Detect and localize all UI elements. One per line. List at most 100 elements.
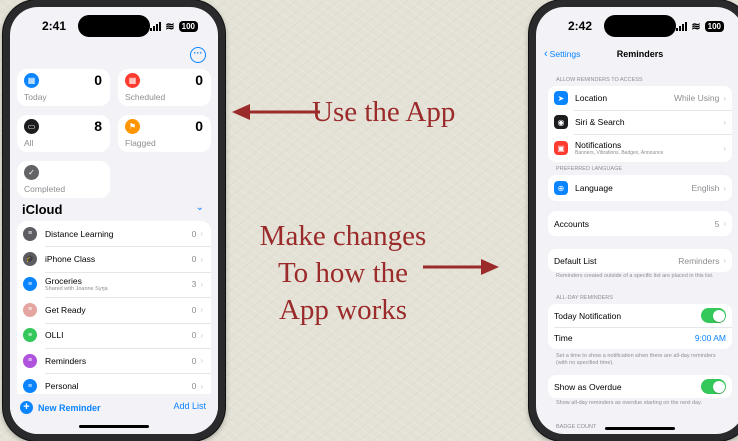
chevron-right-icon: › <box>200 279 203 289</box>
chevron-right-icon: › <box>200 305 203 315</box>
chevron-right-icon: › <box>200 330 203 340</box>
tray-icon: ▭ <box>24 119 39 134</box>
language-value: English <box>691 183 720 193</box>
all-day-header: ALL-DAY REMINDERS <box>556 295 613 301</box>
calendar-today-icon: ▦ <box>24 73 39 88</box>
time-value[interactable]: 9:00 AM <box>695 333 726 343</box>
list-item[interactable]: ≡ Groceries Shared with Joanne Syrja 3 › <box>17 271 211 297</box>
checkmark-icon: ✓ <box>24 165 39 180</box>
access-row-label: Location <box>575 93 608 103</box>
smart-list-label: Completed <box>24 184 66 194</box>
list-count: 0 <box>191 228 197 239</box>
today-notification-toggle[interactable] <box>701 308 726 323</box>
settings-screen: 2:42 ≋ 100 ‹ Settings Reminders ALLOW RE… <box>536 7 738 434</box>
smart-list-tile[interactable]: ▭ 8 All <box>17 115 110 152</box>
access-group: ➤ Location While Using › ◉ Siri & Search › ▣ Not… <box>548 86 732 162</box>
dynamic-island <box>604 15 676 37</box>
siri-icon: ◉ <box>554 115 568 129</box>
globe-icon: ⊕ <box>554 181 568 195</box>
add-list-button[interactable]: Add List <box>173 401 206 411</box>
arrow-right-icon <box>423 259 499 275</box>
list-count: 0 <box>191 330 197 341</box>
accounts-label: Accounts <box>554 218 589 229</box>
list-name: Personal <box>45 381 79 392</box>
language-label: Language <box>575 183 613 193</box>
icloud-section-title[interactable]: iCloud <box>22 202 62 217</box>
list-count: 0 <box>191 355 197 366</box>
list-count: 0 <box>191 304 197 315</box>
chevron-right-icon: › <box>200 254 203 264</box>
smart-list-tile[interactable]: ▦ 0 Today <box>17 69 110 106</box>
list-bullet-icon: ≡ <box>23 353 37 368</box>
location-arrow-icon: ➤ <box>554 91 568 105</box>
home-indicator <box>79 425 149 428</box>
default-list-group: Default List Reminders › <box>548 249 732 272</box>
list-name: Groceries <box>45 276 82 287</box>
show-overdue-label: Show as Overdue <box>554 381 622 392</box>
language-row[interactable]: ⊕ Language English › <box>548 175 732 201</box>
home-indicator <box>605 427 675 430</box>
access-row[interactable]: ◉ Siri & Search › <box>548 110 732 134</box>
smart-list-label: All <box>24 138 34 148</box>
wifi-icon: ≋ <box>165 20 175 33</box>
cellular-signal-icon <box>150 21 162 31</box>
access-row[interactable]: ▣ Notifications Banners, Vibrations, Badge… <box>548 134 732 162</box>
list-item[interactable]: ≡ Distance Learning 0 › <box>17 221 211 246</box>
overdue-note: Show all-day reminders as overdue starti… <box>556 400 703 406</box>
list-name: Get Ready <box>45 304 86 315</box>
list-name: Reminders <box>45 355 87 366</box>
smart-lists-grid: ▦ 0 Today ▦ 0 Scheduled ▭ 8 All ⚑ 0 Flagged ✓ Complet… <box>17 69 211 198</box>
back-button[interactable]: ‹ Settings <box>544 48 580 60</box>
battery-icon: 100 <box>178 20 198 32</box>
overdue-group: Show as Overdue <box>548 375 732 398</box>
all-day-group: Today Notification Time 9:00 AM <box>548 304 732 349</box>
more-options-icon[interactable]: ··· <box>190 47 206 63</box>
battery-icon: 100 <box>704 20 724 32</box>
caption-line-3: App works <box>278 294 408 326</box>
chevron-right-icon: › <box>723 219 726 228</box>
caption-line-2: To how the <box>277 257 409 289</box>
chevron-right-icon: › <box>200 381 203 391</box>
default-list-row[interactable]: Default List Reminders › <box>548 249 732 272</box>
language-group: ⊕ Language English › <box>548 175 732 201</box>
chevron-right-icon: › <box>200 356 203 366</box>
language-header: PREFERRED LANGUAGE <box>556 166 623 172</box>
cellular-signal-icon <box>676 21 688 31</box>
status-time: 2:41 <box>42 19 67 33</box>
access-row-label: Siri & Search <box>575 117 625 127</box>
new-reminder-label: New Reminder <box>38 402 101 413</box>
plus-circle-icon: + <box>20 401 33 414</box>
flag-icon: ⚑ <box>125 119 140 134</box>
list-item[interactable]: ≡ Reminders 0 › <box>17 347 211 373</box>
list-bullet-icon: ≡ <box>23 302 37 317</box>
chevron-right-icon: › <box>723 93 726 103</box>
smart-list-label: Scheduled <box>125 92 166 102</box>
access-row[interactable]: ➤ Location While Using › <box>548 86 732 110</box>
smart-list-label: Flagged <box>125 138 156 148</box>
chevron-right-icon: › <box>723 256 726 265</box>
settings-phone: 2:42 ≋ 100 ‹ Settings Reminders ALLOW RE… <box>529 0 738 441</box>
chevron-right-icon: › <box>200 229 203 239</box>
time-label: Time <box>554 333 573 343</box>
accounts-row[interactable]: Accounts 5 › <box>548 211 732 236</box>
access-header: ALLOW REMINDERS TO ACCESS <box>556 77 643 83</box>
new-reminder-button[interactable]: + New Reminder <box>20 401 101 414</box>
badge-count-header: BADGE COUNT <box>556 424 597 430</box>
list-item[interactable]: ≡ OLLI 0 › <box>17 322 211 348</box>
default-list-note: Reminders created outside of a specific … <box>556 273 714 279</box>
caption-use-the-app: Use the App <box>312 96 456 128</box>
time-note: Set a time to show a notification when t… <box>556 353 716 366</box>
dynamic-island <box>78 15 150 37</box>
chevron-down-icon[interactable]: ⌄ <box>196 202 204 213</box>
smart-list-tile[interactable]: ▦ 0 Scheduled <box>118 69 211 106</box>
list-bullet-icon: ≡ <box>23 379 37 394</box>
chevron-right-icon: › <box>723 143 726 153</box>
list-item[interactable]: 🎓 iPhone Class 0 › <box>17 246 211 271</box>
list-bullet-icon: ≡ <box>23 226 37 241</box>
time-row[interactable]: Time 9:00 AM <box>548 327 732 349</box>
list-item[interactable]: ≡ Get Ready 0 › <box>17 297 211 322</box>
smart-list-tile[interactable]: ⚑ 0 Flagged <box>118 115 211 152</box>
show-overdue-row: Show as Overdue <box>548 375 732 398</box>
smart-list-tile[interactable]: ✓ Completed <box>17 161 110 198</box>
show-overdue-toggle[interactable] <box>701 379 726 394</box>
